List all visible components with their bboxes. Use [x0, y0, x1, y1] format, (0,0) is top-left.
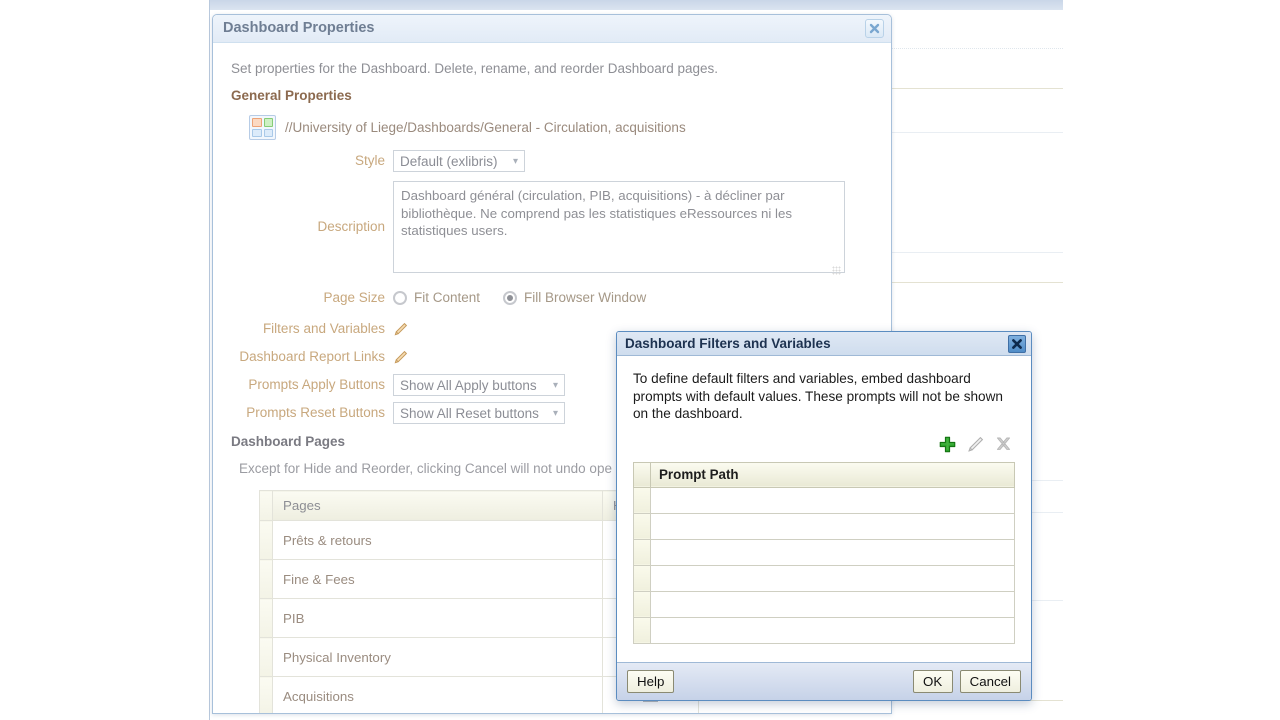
page-name-cell: Acquisitions [272, 676, 603, 713]
prompts-apply-label: Prompts Apply Buttons [248, 377, 385, 392]
prompt-path-cell[interactable] [650, 512, 1015, 540]
table-row[interactable] [633, 616, 1015, 644]
prompts-reset-value: Show All Reset buttons [400, 405, 539, 421]
table-row[interactable] [633, 590, 1015, 618]
description-row: Description [231, 181, 873, 278]
radio-fit-content[interactable] [393, 291, 407, 305]
page-name-cell: Prêts & retours [272, 520, 603, 560]
properties-intro-text: Set properties for the Dashboard. Delete… [231, 61, 719, 76]
filters-dialog-body: To define default filters and variables,… [617, 356, 1031, 662]
screen-root: Dashboard Properties Set properties for … [0, 0, 1280, 720]
row-gutter[interactable] [633, 486, 651, 514]
table-header-row: Prompt Path [633, 461, 1015, 488]
prompt-path-cell[interactable] [650, 590, 1015, 618]
ok-button[interactable]: OK [912, 670, 953, 693]
gutter-header [259, 490, 273, 521]
row-gutter [259, 676, 273, 713]
chevron-down-icon: ▾ [552, 379, 558, 391]
row-gutter [259, 637, 273, 677]
row-gutter[interactable] [633, 538, 651, 566]
table-row[interactable] [633, 512, 1015, 540]
description-textarea[interactable] [393, 181, 845, 273]
page-size-options: Fit Content Fill Browser Window [393, 287, 662, 309]
row-gutter[interactable] [633, 590, 651, 618]
properties-dialog-title: Dashboard Properties [223, 20, 375, 36]
dashboard-path-row: //University of Liege/Dashboards/General… [249, 115, 873, 140]
table-row[interactable] [633, 486, 1015, 514]
delete-x-icon [994, 435, 1013, 454]
chevron-down-icon: ▾ [512, 155, 518, 167]
prompts-reset-select[interactable]: Show All Reset buttons ▾ [393, 402, 565, 424]
row-gutter [259, 598, 273, 638]
column-header-pages: Pages [272, 490, 603, 521]
dashboard-grid-icon [249, 115, 276, 140]
background-top-bar [210, 0, 1063, 10]
radio-fill-browser-window-label[interactable]: Fill Browser Window [524, 287, 646, 309]
prompt-path-cell[interactable] [650, 538, 1015, 566]
row-gutter[interactable] [633, 512, 651, 540]
pencil-icon[interactable] [393, 322, 408, 337]
filters-dialog-description: To define default filters and variables,… [633, 371, 1003, 421]
page-name-cell: Fine & Fees [272, 559, 603, 599]
column-header-prompt-path: Prompt Path [650, 461, 1015, 488]
page-size-row: Page Size Fit Content Fill Browser Windo… [231, 287, 873, 309]
chevron-down-icon: ▾ [552, 407, 558, 419]
pencil-icon [966, 435, 985, 454]
general-properties-heading: General Properties [231, 88, 352, 103]
style-select[interactable]: Default (exlibris) ▾ [393, 150, 525, 172]
close-icon[interactable] [1008, 335, 1026, 353]
gutter-header [633, 461, 651, 488]
prompt-toolbar [633, 435, 1013, 454]
cancel-button[interactable]: Cancel [959, 670, 1021, 693]
dashboard-path-label: //University of Liege/Dashboards/General… [285, 120, 686, 135]
plus-icon[interactable] [938, 435, 957, 454]
properties-dialog-titlebar: Dashboard Properties [213, 15, 891, 43]
prompts-apply-select[interactable]: Show All Apply buttons ▾ [393, 374, 565, 396]
dashboard-filters-variables-dialog: Dashboard Filters and Variables To defin… [616, 331, 1032, 701]
prompts-reset-label: Prompts Reset Buttons [246, 405, 385, 420]
style-label: Style [354, 153, 385, 168]
prompt-path-cell[interactable] [650, 564, 1015, 592]
table-row[interactable] [633, 538, 1015, 566]
prompts-apply-value: Show All Apply buttons [400, 377, 537, 393]
filters-dialog-titlebar: Dashboard Filters and Variables [617, 332, 1031, 356]
style-select-value: Default (exlibris) [400, 153, 498, 169]
description-label: Description [317, 219, 385, 234]
filters-and-variables-label: Filters and Variables [262, 321, 385, 336]
background-left-border [209, 0, 210, 720]
description-field-wrap [393, 181, 845, 278]
radio-fit-content-label[interactable]: Fit Content [414, 287, 480, 309]
page-name-cell: PIB [272, 598, 603, 638]
filters-dialog-footer: Help OK Cancel [617, 662, 1031, 700]
page-name-cell: Physical Inventory [272, 637, 603, 677]
dashboard-report-links-label: Dashboard Report Links [239, 349, 385, 364]
style-row: Style Default (exlibris) ▾ [231, 150, 873, 172]
row-gutter[interactable] [633, 564, 651, 592]
footer-actions: OK Cancel [912, 670, 1021, 693]
pencil-icon[interactable] [393, 350, 408, 365]
table-row[interactable] [633, 564, 1015, 592]
filters-dialog-title: Dashboard Filters and Variables [625, 336, 831, 351]
close-icon[interactable] [865, 19, 884, 38]
prompt-path-cell[interactable] [650, 616, 1015, 644]
page-size-label: Page Size [323, 290, 385, 305]
radio-fill-browser-window[interactable] [503, 291, 518, 305]
row-gutter [259, 520, 273, 560]
row-gutter[interactable] [633, 616, 651, 644]
prompt-path-table: Prompt Path [633, 461, 1015, 644]
row-gutter [259, 559, 273, 599]
prompt-path-cell[interactable] [650, 486, 1015, 514]
help-button[interactable]: Help [627, 670, 675, 693]
